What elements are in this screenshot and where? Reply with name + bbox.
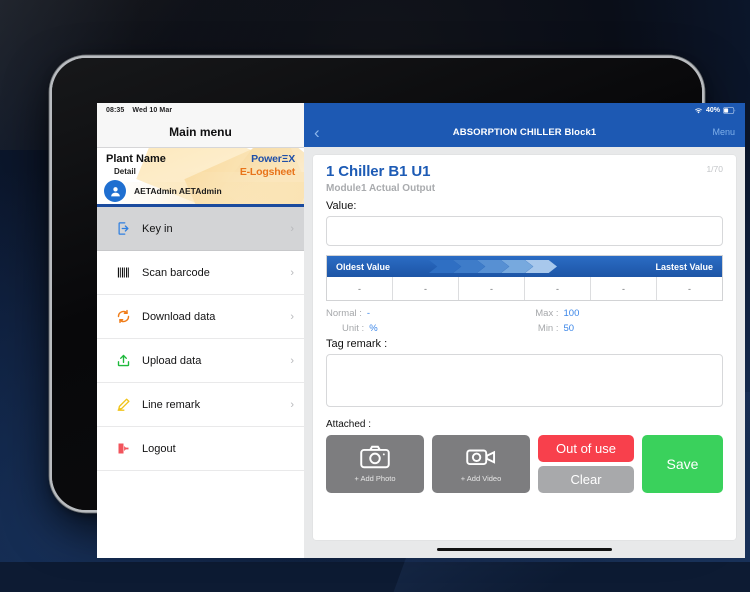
status-bar: 08:35 Wed 10 Mar: [97, 103, 304, 117]
barcode-icon: [111, 265, 135, 280]
history-cell: -: [525, 277, 591, 300]
add-video-label: + Add Video: [460, 474, 502, 483]
action-button-row: + Add Photo + Add Video Out of use Clear…: [326, 435, 723, 493]
pencil-icon: [111, 397, 135, 412]
unit-value: %: [369, 323, 378, 334]
tag-meta: Normal : - Max : 100 Unit : % Min: 50: [326, 308, 723, 334]
home-indicator[interactable]: [437, 547, 612, 551]
max-label: Max :: [535, 308, 559, 319]
add-photo-label: + Add Photo: [354, 474, 396, 483]
out-of-use-button[interactable]: Out of use: [538, 435, 634, 462]
plant-name-label: Plant Name: [106, 153, 166, 165]
content-panel: 40% ‹ ABSORPTION CHILLER Block1 Menu 1/7…: [304, 103, 745, 540]
oldest-value-label: Oldest Value: [336, 261, 391, 272]
sidebar-item-line-remark[interactable]: Line remark ›: [97, 383, 304, 427]
chevron-left-icon[interactable]: ‹: [314, 124, 320, 141]
min-value: 50: [563, 323, 575, 334]
nav-status-bar: 40%: [304, 103, 745, 117]
home-strip-left: [97, 540, 304, 558]
normal-value: -: [366, 308, 371, 319]
history-cell: -: [393, 277, 459, 300]
sidebar-item-label: Scan barcode: [142, 266, 210, 279]
history-cell: -: [459, 277, 525, 300]
page-indicator: 1/70: [706, 164, 723, 174]
battery-icon: [723, 106, 736, 114]
status-bar-time: 08:35: [106, 106, 125, 114]
history-cell: -: [591, 277, 657, 300]
value-input[interactable]: [326, 216, 723, 246]
history-table: Oldest Value Lastest Value - - - - - -: [326, 255, 723, 301]
user-name-label: AETAdmin AETAdmin: [134, 186, 222, 196]
latest-value-label: Lastest Value: [655, 261, 713, 272]
sidebar-empty-space: [97, 471, 304, 540]
user-row[interactable]: AETAdmin AETAdmin: [97, 178, 304, 204]
person-icon: [110, 186, 120, 196]
meta-row-unit-min: Unit : % Min : 50: [326, 323, 723, 334]
progress-arrows: [429, 256, 557, 277]
history-cell: -: [327, 277, 393, 300]
meta-row-normal-max: Normal : - Max : 100: [326, 308, 723, 319]
status-bar-date: Wed 10 Mar: [132, 106, 173, 114]
sidebar-item-label: Download data: [142, 310, 216, 323]
page-title: ABSORPTION CHILLER Block1: [452, 126, 597, 138]
tag-remark-input[interactable]: [326, 354, 723, 407]
sidebar-item-key-in[interactable]: Key in ›: [97, 207, 304, 251]
video-camera-icon: [466, 449, 496, 466]
add-video-button[interactable]: + Add Video: [432, 435, 530, 493]
chevron-right-icon: ›: [290, 266, 294, 279]
chevron-right-icon: ›: [290, 398, 294, 411]
brand-name-label: PowerΞX: [251, 153, 295, 165]
clear-button[interactable]: Clear: [538, 466, 634, 493]
sidebar-item-label: Upload data: [142, 354, 202, 367]
sidebar-item-logout[interactable]: Logout: [97, 427, 304, 471]
sidebar-menu-list: Key in › Scan barcode › Download data › …: [97, 207, 304, 540]
save-button[interactable]: Save: [642, 435, 723, 493]
chevron-right-icon: ›: [290, 310, 294, 323]
sidebar-item-label: Key in: [142, 222, 173, 235]
sidebar-title: Main menu: [169, 125, 232, 139]
sidebar-item-label: Line remark: [142, 398, 201, 411]
avatar: [104, 180, 126, 202]
tag-subtitle: Module1 Actual Output: [326, 183, 436, 194]
sidebar-header: Main menu: [97, 117, 304, 148]
tablet-device-frame: 08:35 Wed 10 Mar Main menu Plant Name De…: [52, 58, 745, 558]
attached-label: Attached :: [326, 419, 372, 430]
history-table-row: - - - - - -: [327, 277, 722, 300]
add-photo-button[interactable]: + Add Photo: [326, 435, 424, 493]
download-sync-icon: [111, 309, 135, 324]
sidebar-panel: 08:35 Wed 10 Mar Main menu Plant Name De…: [97, 103, 304, 540]
history-cell: -: [688, 283, 691, 294]
tag-entry-card: 1/70 1 Chiller B1 U1 Module1 Actual Outp…: [313, 155, 736, 540]
tablet-screen: 08:35 Wed 10 Mar Main menu Plant Name De…: [97, 103, 745, 558]
tag-title: 1 Chiller B1 U1: [326, 163, 431, 180]
sidebar-item-label: Logout: [142, 442, 176, 455]
home-strip-right: [304, 540, 745, 558]
menu-button[interactable]: Menu: [712, 127, 735, 137]
logout-icon: [111, 441, 135, 456]
min-label: Min :: [537, 323, 559, 334]
upload-icon: [111, 353, 135, 368]
wifi-icon: [695, 107, 702, 113]
brand-product-label: E-Logsheet: [239, 166, 295, 178]
sidebar-item-scan-barcode[interactable]: Scan barcode ›: [97, 251, 304, 295]
sidebar-item-download-data[interactable]: Download data ›: [97, 295, 304, 339]
brand-banner: Plant Name Detail PowerΞX E-Logsheet AET…: [97, 148, 304, 207]
tag-remark-label: Tag remark :: [326, 338, 388, 350]
key-in-icon: [111, 221, 135, 236]
value-label: Value:: [326, 200, 357, 212]
plant-detail-label: Detail: [114, 167, 136, 176]
camera-icon: [360, 445, 390, 469]
chevron-right-icon: ›: [290, 222, 294, 235]
max-value: 100: [563, 308, 580, 319]
secondary-action-stack: Out of use Clear: [538, 435, 634, 493]
home-indicator-strip: [97, 540, 745, 558]
chevron-right-icon: ›: [290, 354, 294, 367]
normal-label: Normal :: [326, 308, 362, 319]
unit-label: Unit :: [342, 323, 365, 334]
sidebar-item-upload-data[interactable]: Upload data ›: [97, 339, 304, 383]
history-table-header: Oldest Value Lastest Value: [327, 256, 722, 277]
battery-percent-label: 40%: [705, 106, 720, 114]
navigation-bar: ‹ ABSORPTION CHILLER Block1 Menu: [304, 117, 745, 147]
